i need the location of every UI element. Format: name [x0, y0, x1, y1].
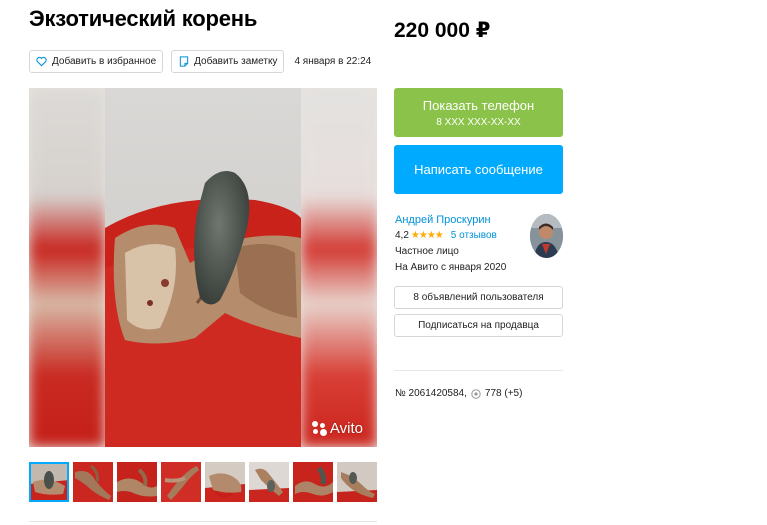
photo-thumbnail[interactable] [29, 462, 69, 502]
add-note-button[interactable]: Добавить заметку [171, 50, 285, 73]
reviews-link[interactable]: 5 отзывов [451, 230, 497, 241]
photo-blur-right [301, 88, 377, 447]
sidebar-divider [394, 370, 563, 371]
add-note-label: Добавить заметку [194, 56, 278, 67]
photo-thumbnail[interactable] [205, 462, 245, 502]
add-to-favorites-label: Добавить в избранное [52, 56, 157, 67]
add-to-favorites-button[interactable]: Добавить в избранное [29, 50, 164, 73]
photo-thumbnail[interactable] [293, 462, 333, 502]
avito-logo-icon [311, 421, 327, 436]
photo-thumbnail[interactable] [161, 462, 201, 502]
avito-watermark: Avito [311, 420, 363, 437]
photo-thumbnail[interactable] [73, 462, 113, 502]
seller-card: Андрей Проскурин 4,2 ★★★★ 5 отзывов Част… [395, 214, 563, 273]
photo-thumbnail[interactable] [117, 462, 157, 502]
listing-title: Экзотический корень [29, 6, 258, 31]
note-icon [178, 56, 189, 67]
seller-listings-button[interactable]: 8 объявлений пользователя [394, 286, 563, 309]
photo-thumbnail[interactable] [337, 462, 377, 502]
write-message-button[interactable]: Написать сообщение [394, 145, 563, 194]
photo-blur-left [29, 88, 105, 447]
listing-number: № 2061420584, [395, 388, 467, 399]
photo-thumbnails [29, 462, 377, 502]
listing-date: 4 января в 22:24 [294, 56, 372, 67]
views-count: 778 (+5) [484, 388, 523, 399]
seller-avatar[interactable] [530, 214, 563, 258]
heart-icon [36, 56, 47, 67]
seller-since: На Авито с января 2020 [395, 262, 507, 273]
photo-image [105, 88, 301, 447]
listing-toolbar: Добавить в избранное Добавить заметку 4 … [29, 50, 371, 73]
avito-watermark-text: Avito [329, 420, 363, 437]
show-phone-label: Показать телефон [422, 98, 535, 113]
eye-icon [471, 388, 481, 399]
subscribe-seller-button[interactable]: Подписаться на продавца [394, 314, 563, 337]
masked-phone-number: 8 XXX XXX-XX-XX [436, 117, 521, 128]
show-phone-button[interactable]: Показать телефон 8 XXX XXX-XX-XX [394, 88, 563, 137]
main-photo[interactable]: Avito [29, 88, 377, 447]
listing-meta: № 2061420584, 778 (+5) [395, 388, 522, 399]
gallery-divider [29, 521, 377, 522]
rating-stars-icon: ★★★★ [410, 230, 444, 241]
listing-price: 220 000 ₽ [394, 19, 491, 42]
photo-thumbnail[interactable] [249, 462, 289, 502]
rating-value: 4,2 [395, 230, 409, 241]
